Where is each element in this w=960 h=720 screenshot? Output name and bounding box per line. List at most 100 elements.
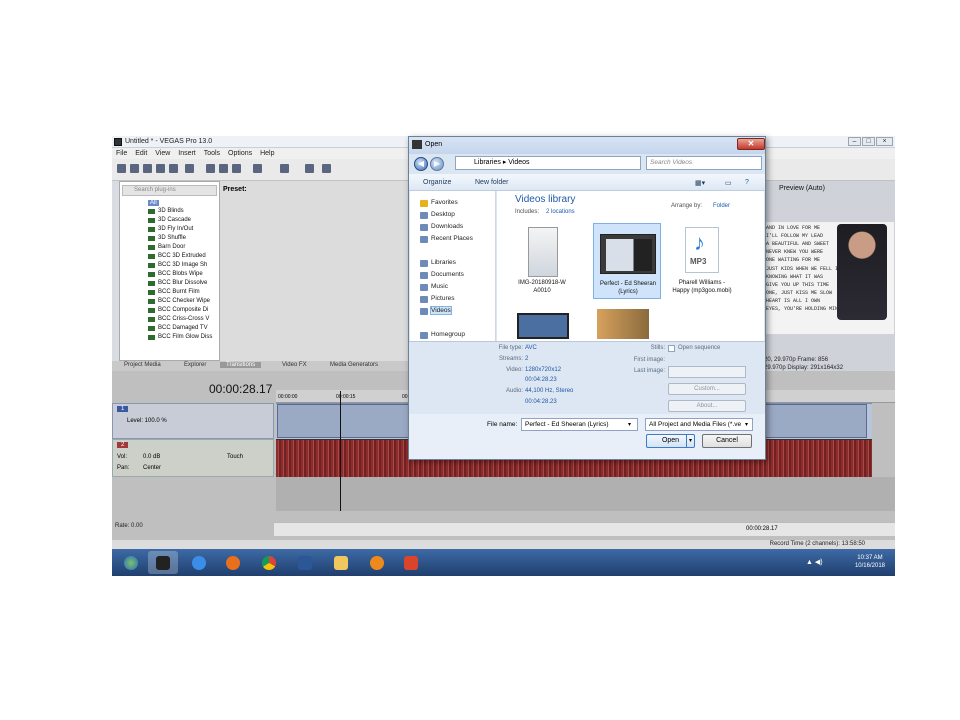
video-thumbnail-partial[interactable] <box>517 313 569 339</box>
breadcrumb-videos[interactable]: Videos <box>508 159 529 166</box>
menu-tools[interactable]: Tools <box>204 148 220 159</box>
plugin-item[interactable]: 3D Fly In/Out <box>147 225 193 234</box>
plugin-item[interactable]: BCC Composite Di <box>147 306 208 315</box>
new-folder-button[interactable]: New folder <box>475 179 508 186</box>
taskbar-vegas[interactable] <box>148 551 178 574</box>
menu-file[interactable]: File <box>116 148 127 159</box>
taskbar-word[interactable] <box>290 551 320 574</box>
redo-icon[interactable] <box>280 164 289 173</box>
tab-video-fx[interactable]: Video FX <box>282 362 307 368</box>
audio-track-header[interactable]: 2 Vol: 0.0 dB Touch Pan: Center <box>112 439 274 477</box>
chevron-down-icon[interactable]: ▾ <box>745 421 748 428</box>
plugin-item[interactable]: Barn Door <box>147 243 185 252</box>
taskbar-chrome[interactable] <box>254 551 284 574</box>
view-options-icon[interactable]: ▦▾ <box>695 179 705 187</box>
system-clock[interactable]: 10:37 AM 10/16/2018 <box>855 554 885 570</box>
menu-help[interactable]: Help <box>260 148 274 159</box>
start-button[interactable] <box>116 551 146 574</box>
help-icon[interactable]: ? <box>745 179 749 186</box>
playback-rate[interactable]: Rate: 0.00 <box>115 523 143 529</box>
plugin-item[interactable]: BCC Film Glow Diss <box>147 333 212 342</box>
plugin-item[interactable]: BCC Burnt Film <box>148 288 200 297</box>
nav-videos[interactable]: Videos <box>420 306 452 315</box>
open-dropdown-icon[interactable]: ▾ <box>685 435 692 447</box>
nav-homegroup[interactable]: Homegroup <box>420 331 465 339</box>
chevron-down-icon[interactable]: ▾ <box>628 421 631 428</box>
preview-quality-label[interactable]: Preview (Auto) <box>779 185 825 192</box>
menu-options[interactable]: Options <box>228 148 252 159</box>
breadcrumb-libraries[interactable]: Libraries <box>474 159 501 166</box>
plugin-item[interactable]: 3D Cascade <box>147 216 191 225</box>
touch-mode[interactable]: Touch <box>227 454 243 460</box>
arrange-by-dropdown[interactable]: Folder <box>713 203 730 209</box>
taskbar-ie[interactable] <box>184 551 214 574</box>
nav-libraries[interactable]: Libraries <box>420 259 456 267</box>
plugin-item[interactable]: BCC Criss-Cross V <box>147 315 209 324</box>
copy-icon[interactable] <box>219 164 228 173</box>
cut-icon[interactable] <box>206 164 215 173</box>
open-sequence-checkbox[interactable] <box>668 345 675 352</box>
search-videos-input[interactable]: Search Videos <box>646 156 762 170</box>
playhead-cursor[interactable] <box>340 391 341 511</box>
file-item[interactable]: ♪ MP3 Pharell Williams - Happy (mp3goo.m… <box>668 225 736 299</box>
plugin-item[interactable]: BCC Blur Dissolve <box>147 279 207 288</box>
save-icon[interactable] <box>143 164 152 173</box>
organize-button[interactable]: Organize <box>423 179 451 186</box>
vol-value[interactable]: 0.0 dB <box>143 454 160 460</box>
tree-root-all[interactable]: All <box>148 200 159 206</box>
plugin-item[interactable]: 3D Blinds <box>148 207 184 216</box>
speaker-icon[interactable]: ▲ ◀) <box>806 558 823 566</box>
pan-value[interactable]: Center <box>143 465 161 471</box>
dialog-close-icon[interactable]: ✕ <box>737 138 765 150</box>
tab-explorer[interactable]: Explorer <box>184 362 206 368</box>
menu-edit[interactable]: Edit <box>135 148 147 159</box>
nav-favorites[interactable]: Favorites <box>420 199 458 207</box>
plugin-item[interactable]: BCC Checker Wipe <box>147 297 210 306</box>
cancel-button[interactable]: Cancel <box>702 434 752 448</box>
menu-insert[interactable]: Insert <box>178 148 196 159</box>
taskbar-explorer[interactable] <box>326 551 356 574</box>
save-as-icon[interactable] <box>156 164 165 173</box>
file-item[interactable]: IMG-20180918-W A0010 <box>508 225 576 299</box>
new-icon[interactable] <box>117 164 126 173</box>
open-button[interactable]: Open ▾ <box>646 434 695 448</box>
track-level[interactable]: Level: 100.0 % <box>127 418 167 424</box>
custom-button[interactable]: Custom... <box>668 383 746 395</box>
taskbar-media-player[interactable] <box>362 551 392 574</box>
properties-icon[interactable] <box>185 164 194 173</box>
address-bar[interactable]: Libraries ▸ Videos <box>455 156 641 170</box>
preview-pane-icon[interactable]: ▭ <box>725 179 732 187</box>
video-track-header[interactable]: 1 Level: 100.0 % <box>112 403 274 439</box>
tab-transitions[interactable]: Transitions <box>220 362 262 368</box>
timeline-empty-area[interactable] <box>276 477 895 511</box>
plugin-item[interactable]: 3D Shuffle <box>148 234 186 243</box>
file-type-select[interactable]: All Project and Media Files (*.ve <box>645 418 753 431</box>
close-icon[interactable]: × <box>876 137 893 146</box>
last-image-input[interactable] <box>668 366 746 378</box>
plugin-item[interactable]: BCC Damaged TV <box>148 324 208 333</box>
nav-pictures[interactable]: Pictures <box>419 295 454 303</box>
render-icon[interactable] <box>169 164 178 173</box>
menu-view[interactable]: View <box>155 148 170 159</box>
open-icon[interactable] <box>130 164 139 173</box>
edit-tool-icon[interactable] <box>305 164 314 173</box>
undo-icon[interactable] <box>253 164 262 173</box>
help-pointer-icon[interactable] <box>322 164 331 173</box>
tab-project-media[interactable]: Project Media <box>124 362 161 368</box>
nav-recent-places[interactable]: Recent Places <box>420 235 473 243</box>
nav-documents[interactable]: Documents <box>420 271 464 279</box>
minimize-icon[interactable]: – <box>848 137 861 146</box>
paste-icon[interactable] <box>232 164 241 173</box>
taskbar-firefox[interactable] <box>218 551 248 574</box>
plugin-item[interactable]: BCC 3D Image Sh <box>147 261 207 270</box>
plugin-item[interactable]: BCC Blobs Wipe <box>148 270 203 279</box>
nav-music[interactable]: Music <box>420 283 448 291</box>
plugin-search-input[interactable]: Search plug-ins <box>122 185 217 196</box>
nav-desktop[interactable]: Desktop <box>420 211 455 219</box>
nav-downloads[interactable]: Downloads <box>419 223 463 231</box>
about-button[interactable]: About... <box>668 400 746 412</box>
forward-arrow-icon[interactable]: ▶ <box>430 157 444 171</box>
includes-link[interactable]: 2 locations <box>546 209 575 215</box>
tab-media-generators[interactable]: Media Generators <box>330 362 378 368</box>
taskbar-recorder[interactable] <box>396 551 426 574</box>
